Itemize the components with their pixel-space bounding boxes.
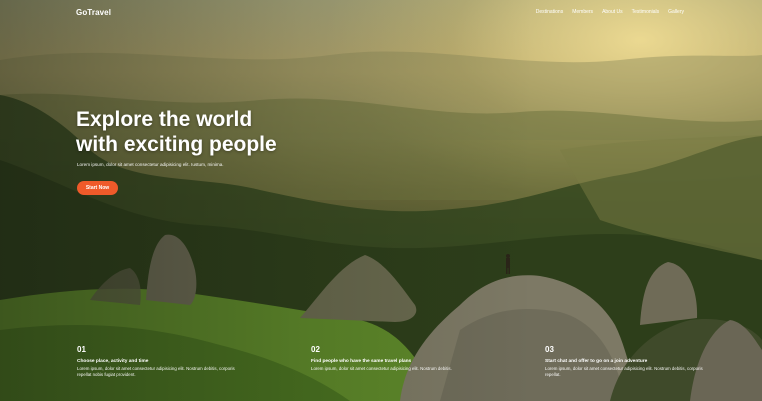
nav-link-gallery[interactable]: Gallery [668,9,684,15]
nav-link-testimonials[interactable]: Testimonials [632,9,660,15]
top-navigation: GoTravel Destinations Members About Us T… [0,0,762,26]
hero-title-line-1: Explore the world [76,108,253,131]
hero-subtitle: Lorem ipsum, dolor sit amet consectetur … [77,162,224,167]
nav-link-members[interactable]: Members [572,9,593,15]
site-logo[interactable]: GoTravel [76,8,111,17]
step-number: 01 [77,345,86,354]
step-item: 03 Start chat and offer to go on a join … [545,345,715,377]
step-title: Start chat and offer to go on a join adv… [545,359,648,364]
step-description: Lorem ipsum, dolor sit amet consectetur … [545,366,703,377]
step-description: Lorem ipsum, dolor sit amet consectetur … [311,366,452,371]
step-description: Lorem ipsum, dolor sit amet consectetur … [77,366,235,377]
step-title: Choose place, activity and time [77,359,149,364]
step-title: Find people who have the same travel pla… [311,359,412,364]
hero-title-line-2: with exciting people [76,133,277,156]
step-number: 03 [545,345,554,354]
step-item: 02 Find people who have the same travel … [311,345,481,372]
step-item: 01 Choose place, activity and time Lorem… [77,345,247,377]
nav-menu: Destinations Members About Us Testimonia… [536,9,684,15]
steps-section: 01 Choose place, activity and time Lorem… [0,345,762,385]
start-now-button[interactable]: Start Now [77,181,118,195]
step-number: 02 [311,345,320,354]
hero-title: Explore the world with exciting people [76,107,336,157]
hero-overlay [0,0,762,401]
nav-link-about-us[interactable]: About Us [602,9,623,15]
nav-link-destinations[interactable]: Destinations [536,9,564,15]
